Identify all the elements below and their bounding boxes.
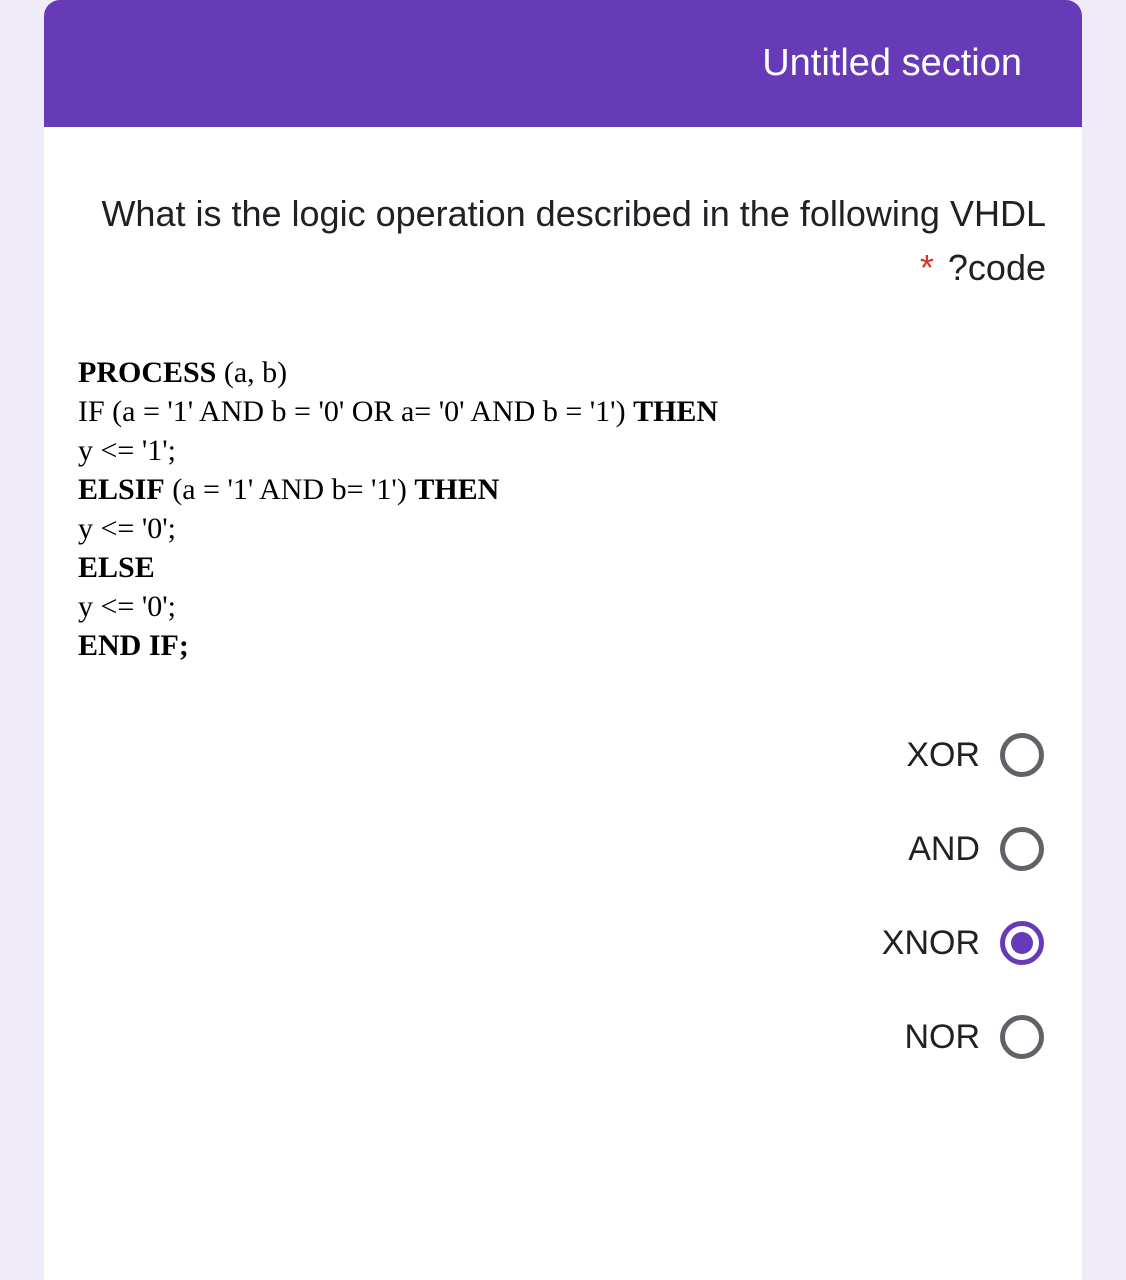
- option-label: XOR: [906, 736, 980, 775]
- code-line-7: y <= '0';: [78, 587, 1048, 626]
- radio-icon[interactable]: [1000, 921, 1044, 965]
- radio-icon[interactable]: [1000, 1015, 1044, 1059]
- option-nor[interactable]: NOR: [62, 1015, 1044, 1059]
- option-and[interactable]: AND: [62, 827, 1044, 871]
- option-xnor[interactable]: XNOR: [62, 921, 1044, 965]
- question-text: What is the logic operation described in…: [62, 187, 1064, 295]
- code-block: PROCESS (a, b) IF (a = '1' AND b = '0' O…: [70, 345, 1056, 673]
- required-star: *: [920, 247, 934, 288]
- option-label: NOR: [904, 1018, 980, 1057]
- code-line-1: PROCESS (a, b): [78, 353, 1048, 392]
- option-label: AND: [908, 830, 980, 869]
- option-xor[interactable]: XOR: [62, 733, 1044, 777]
- radio-icon[interactable]: [1000, 827, 1044, 871]
- radio-icon[interactable]: [1000, 733, 1044, 777]
- section-title: Untitled section: [762, 42, 1022, 84]
- code-line-4: ELSIF (a = '1' AND b= '1') THEN: [78, 470, 1048, 509]
- code-line-5: y <= '0';: [78, 509, 1048, 548]
- code-line-2: IF (a = '1' AND b = '0' OR a= '0' AND b …: [78, 392, 1048, 431]
- question-block: What is the logic operation described in…: [44, 127, 1082, 1099]
- code-line-8: END IF;: [78, 626, 1048, 665]
- question-line1: What is the logic operation described in…: [101, 193, 789, 234]
- form-card: Untitled section What is the logic opera…: [44, 0, 1082, 1280]
- code-line-3: y <= '1';: [78, 431, 1048, 470]
- section-header: Untitled section: [44, 0, 1082, 127]
- option-label: XNOR: [882, 924, 980, 963]
- options-list: XOR AND XNOR NOR: [62, 733, 1064, 1099]
- code-line-6: ELSE: [78, 548, 1048, 587]
